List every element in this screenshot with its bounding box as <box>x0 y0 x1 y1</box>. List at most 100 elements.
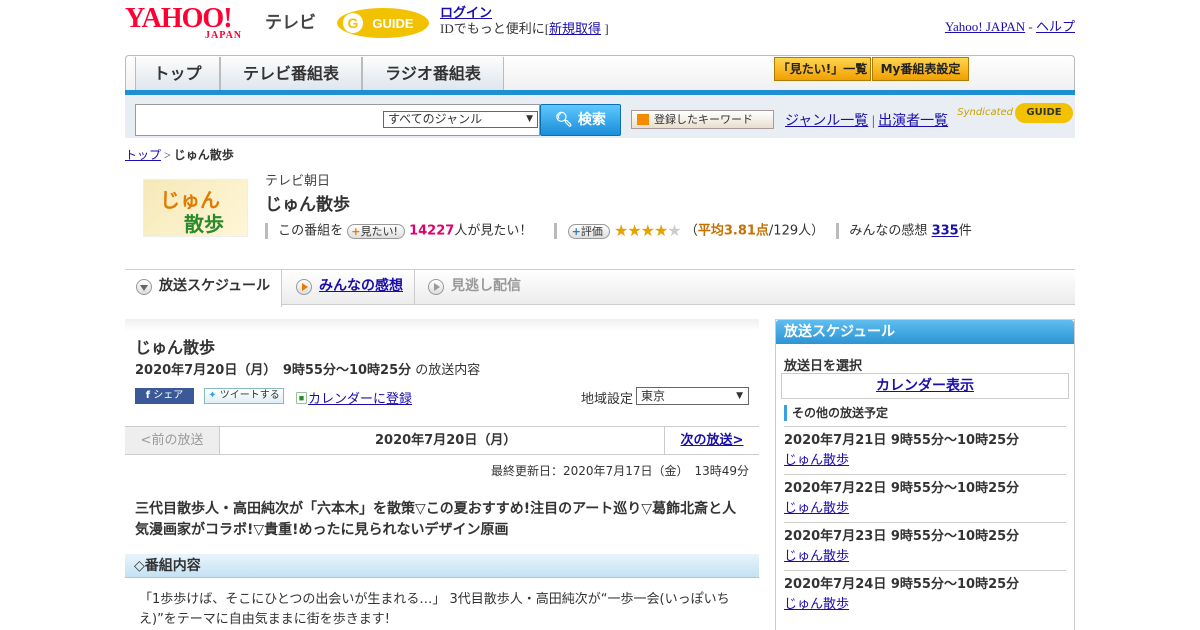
tab-label: 見逃し配信 <box>451 278 521 294</box>
main-nav: トップ テレビ番組表 ラジオ番組表 「見たい!」一覧 My番組表設定 <box>125 55 1075 95</box>
tab-top[interactable]: トップ <box>135 57 220 90</box>
gguide-logo[interactable]: G GUIDE <box>335 6 431 40</box>
list-item: 2020年7月23日 9時55分～10時25分 じゅん散歩 <box>784 522 1066 570</box>
breadcrumb-current: じゅん散歩 <box>173 148 234 162</box>
program-stats: この番組を +見たい! 14227人が見たい！ +評価 ★★★★★ （平均3.8… <box>265 222 972 240</box>
last-updated: 最終更新日：2020年7月17日（金） 13時49分 <box>491 464 749 478</box>
broadcast-title-link[interactable]: じゅん散歩 <box>784 500 849 515</box>
plus-icon: + <box>351 224 361 238</box>
broadcast-date: 2020年7月21日 9時55分～10時25分 <box>784 433 1020 448</box>
area-select[interactable]: 東京 ▼ <box>636 387 749 405</box>
calendar-register[interactable]: ▣カレンダーに登録 <box>295 388 412 407</box>
other-broadcasts-heading: その他の放送予定 <box>784 405 888 421</box>
broadcast-time: 2020年7月20日（月） 9時55分～10時25分 の放送内容 <box>135 359 480 378</box>
broadcast-title-link[interactable]: じゅん散歩 <box>784 452 849 467</box>
section-program-content: ◇番組内容 <box>125 554 759 578</box>
current-broadcast-date: 2020年7月20日（月） <box>375 433 517 448</box>
plus-icon: + <box>571 224 581 238</box>
station-name: テレビ朝日 <box>265 174 331 189</box>
impressions-label: みんなの感想 <box>849 223 928 239</box>
program-summary: 三代目散歩人・高田純次が「六本木」を散策▽この夏おすすめ!注目のアート巡り▽葛飾… <box>135 501 737 538</box>
yahoo-japan-link[interactable]: Yahoo! JAPAN <box>945 19 1025 34</box>
calendar-icon: ▣ <box>295 391 309 406</box>
calendar-view-button[interactable]: カレンダー表示 <box>781 373 1069 399</box>
chevron-down-icon: ▼ <box>736 391 743 401</box>
star-icons-on: ★★★★ <box>613 221 668 240</box>
genre-list-link[interactable]: ジャンル一覧 <box>785 114 868 129</box>
tab-broadcast-schedule[interactable]: 放送スケジュール <box>125 270 282 307</box>
broadcast-title-link[interactable]: じゅん散歩 <box>784 548 849 563</box>
impressions-suffix: 件 <box>958 223 972 239</box>
search-button-label: 検索 <box>577 112 606 128</box>
registered-keyword-button[interactable]: 登録したキーワード <box>631 110 774 129</box>
japan-logo: JAPAN <box>205 30 243 41</box>
tweet-label: ツイートする <box>219 390 280 401</box>
search-links: ジャンル一覧 | 出演者一覧 <box>785 110 948 130</box>
facebook-share-button[interactable]: f シェア <box>135 388 194 404</box>
search-button[interactable]: 🔍︎ 検索 <box>540 104 621 136</box>
facebook-icon: f <box>145 390 151 401</box>
my-schedule-button[interactable]: My番組表設定 <box>872 57 969 81</box>
this-program-label: この番組を <box>278 223 344 239</box>
broadcast-datetime: 2020年7月20日（月） 9時55分～10時25分 <box>135 363 412 378</box>
dash: - <box>1028 19 1033 34</box>
rate-button[interactable]: +評価 <box>567 223 610 239</box>
yahoo-logo[interactable]: YAHOO! <box>125 5 233 33</box>
thumb-text-2: 散歩 <box>184 212 224 236</box>
program-body-text: 「1歩歩けば、そこにひとつの出会いが生まれる…」 3代目散歩人・高田純次が“一歩… <box>139 592 730 627</box>
program-thumbnail: じゅん 散歩 <box>143 179 248 237</box>
list-item: 2020年7月22日 9時55分～10時25分 じゅん散歩 <box>784 474 1066 522</box>
header: YAHOO! JAPAN テレビ G GUIDE ログイン IDでもっと便利に[… <box>125 0 1075 52</box>
gguide-logo-text: GUIDE <box>372 16 414 31</box>
breadcrumb-sep: > <box>164 148 171 162</box>
cast-list-link[interactable]: 出演者一覧 <box>878 114 948 129</box>
tv-logo[interactable]: テレビ <box>265 8 316 33</box>
dropdown-icon <box>637 114 649 125</box>
broadcast-header: じゅん散歩 2020年7月20日（月） 9時55分～10時25分 の放送内容 f… <box>125 319 759 411</box>
avg-rating: 平均3.81点 <box>697 223 769 239</box>
signup-link[interactable]: 新規取得 <box>549 21 601 36</box>
top-right-links: Yahoo! JAPAN - ヘルプ <box>945 16 1075 35</box>
area-select-value: 東京 <box>641 389 666 403</box>
genre-select-value: すべてのジャンル <box>388 112 483 126</box>
calendar-register-link: カレンダーに登録 <box>308 391 413 406</box>
schedule-sidebar: 放送スケジュール 放送日を選択 カレンダー表示 その他の放送予定 2020年7月… <box>775 319 1075 630</box>
tab-label: みんなの感想 <box>319 278 403 294</box>
stats-separator <box>265 223 268 239</box>
syndicated-logo: GUIDE <box>1015 103 1073 123</box>
link-divider: | <box>871 114 875 129</box>
help-link[interactable]: ヘルプ <box>1036 19 1075 34</box>
login-box: ログイン IDでもっと便利に[新規取得 ] <box>440 5 609 37</box>
list-item: 2020年7月21日 9時55分～10時25分 じゅん散歩 <box>784 426 1066 474</box>
search-bar: すべてのジャンル ▼ 🔍︎ 検索 登録したキーワード ジャンル一覧 | 出演者一… <box>125 95 1075 138</box>
select-date-label: 放送日を選択 <box>784 359 863 374</box>
search-icon: 🔍︎ <box>555 112 573 128</box>
page-container: YAHOO! JAPAN テレビ G GUIDE ログイン IDでもっと便利に[… <box>125 0 1075 630</box>
mitai-pill-label: 見たい! <box>360 224 398 238</box>
collapse-icon <box>136 279 152 295</box>
broadcast-title-link[interactable]: じゅん散歩 <box>784 596 849 611</box>
login-sub-prefix: IDでもっと便利に[ <box>440 21 550 36</box>
twitter-bird-icon: ✦ <box>208 390 217 401</box>
tab-radio-schedule[interactable]: ラジオ番組表 <box>362 57 504 90</box>
login-link[interactable]: ログイン <box>440 5 492 20</box>
other-broadcasts-list: 2020年7月21日 9時55分～10時25分 じゅん散歩 2020年7月22日… <box>784 426 1066 618</box>
genre-select[interactable]: すべてのジャンル ▼ <box>383 111 538 128</box>
broadcast-date: 2020年7月23日 9時55分～10時25分 <box>784 529 1020 544</box>
broadcast-pager: <前の放送 2020年7月20日（月） 次の放送> <box>125 426 759 455</box>
list-item: 2020年7月24日 9時55分～10時25分 じゅん散歩 <box>784 570 1066 618</box>
tab-tv-schedule[interactable]: テレビ番組表 <box>220 57 362 90</box>
registered-keyword-label: 登録したキーワード <box>654 113 753 126</box>
impressions-count[interactable]: 335 <box>932 224 959 239</box>
stats-separator <box>554 223 558 239</box>
mitai-list-button[interactable]: 「見たい!」一覧 <box>774 57 871 81</box>
mitai-button[interactable]: +見たい! <box>347 223 405 239</box>
next-broadcast-link[interactable]: 次の放送> <box>664 427 759 454</box>
broadcast-date: 2020年7月24日 9時55分～10時25分 <box>784 577 1020 592</box>
avg-suffix: /129人） <box>768 223 825 239</box>
tweet-button[interactable]: ✦ ツイートする <box>204 388 284 404</box>
tab-reviews[interactable]: みんなの感想 <box>285 270 415 305</box>
svg-text:G: G <box>348 15 359 31</box>
breadcrumb-home[interactable]: トップ <box>125 148 161 162</box>
tab-missed-streaming[interactable]: 見逃し配信 <box>417 270 547 305</box>
